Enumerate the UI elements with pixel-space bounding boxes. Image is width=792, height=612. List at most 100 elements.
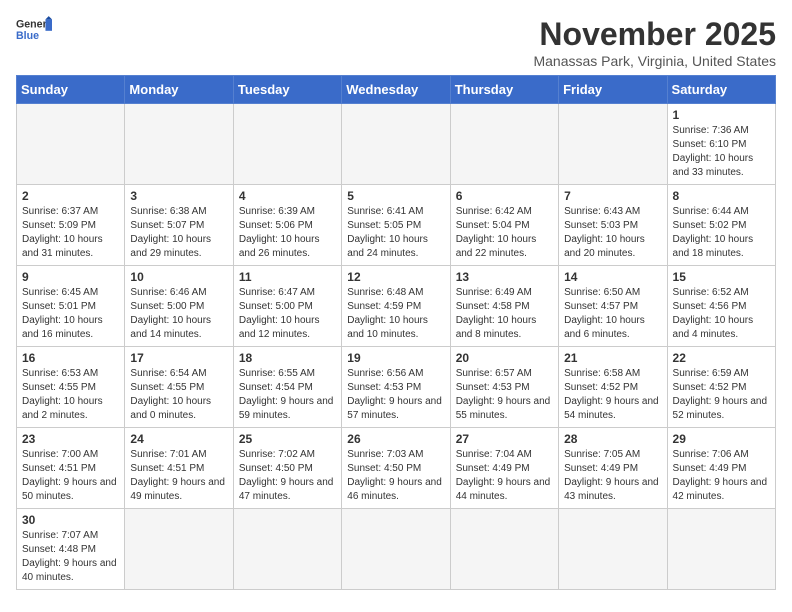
day-info: Sunrise: 6:46 AM Sunset: 5:00 PM Dayligh… bbox=[130, 286, 227, 342]
calendar-table: SundayMondayTuesdayWednesdayThursdayFrid… bbox=[16, 75, 776, 590]
day-number: 3 bbox=[130, 189, 227, 203]
calendar-day-cell: 2 Sunrise: 6:37 AM Sunset: 5:09 PM Daylig… bbox=[17, 185, 125, 266]
calendar-day-cell: 28 Sunrise: 7:05 AM Sunset: 4:49 PM Dayli… bbox=[559, 428, 667, 509]
day-info: Sunrise: 6:38 AM Sunset: 5:07 PM Dayligh… bbox=[130, 205, 227, 261]
day-info: Sunrise: 7:06 AM Sunset: 4:49 PM Dayligh… bbox=[673, 448, 770, 504]
page-header: General Blue November 2025 Manassas Park… bbox=[16, 16, 776, 69]
day-info: Sunrise: 6:56 AM Sunset: 4:53 PM Dayligh… bbox=[347, 367, 444, 423]
calendar-week-row: 2 Sunrise: 6:37 AM Sunset: 5:09 PM Daylig… bbox=[17, 185, 776, 266]
day-number: 30 bbox=[22, 513, 119, 527]
day-number: 26 bbox=[347, 432, 444, 446]
day-info: Sunrise: 6:41 AM Sunset: 5:05 PM Dayligh… bbox=[347, 205, 444, 261]
day-number: 1 bbox=[673, 108, 770, 122]
day-number: 9 bbox=[22, 270, 119, 284]
logo: General Blue bbox=[16, 16, 52, 44]
day-number: 24 bbox=[130, 432, 227, 446]
day-number: 16 bbox=[22, 351, 119, 365]
calendar-day-cell: 9Sunrise: 6:45 AM Sunset: 5:01 PM Daylig… bbox=[17, 266, 125, 347]
day-info: Sunrise: 6:52 AM Sunset: 4:56 PM Dayligh… bbox=[673, 286, 770, 342]
weekday-header-monday: Monday bbox=[125, 76, 233, 104]
calendar-day-cell bbox=[125, 104, 233, 185]
weekday-header-row: SundayMondayTuesdayWednesdayThursdayFrid… bbox=[17, 76, 776, 104]
day-info: Sunrise: 6:39 AM Sunset: 5:06 PM Dayligh… bbox=[239, 205, 336, 261]
weekday-header-tuesday: Tuesday bbox=[233, 76, 341, 104]
day-info: Sunrise: 6:49 AM Sunset: 4:58 PM Dayligh… bbox=[456, 286, 553, 342]
day-info: Sunrise: 7:36 AM Sunset: 6:10 PM Dayligh… bbox=[673, 124, 770, 180]
day-number: 29 bbox=[673, 432, 770, 446]
day-info: Sunrise: 6:54 AM Sunset: 4:55 PM Dayligh… bbox=[130, 367, 227, 423]
day-number: 13 bbox=[456, 270, 553, 284]
calendar-day-cell: 4Sunrise: 6:39 AM Sunset: 5:06 PM Daylig… bbox=[233, 185, 341, 266]
day-info: Sunrise: 6:48 AM Sunset: 4:59 PM Dayligh… bbox=[347, 286, 444, 342]
day-number: 11 bbox=[239, 270, 336, 284]
day-info: Sunrise: 7:05 AM Sunset: 4:49 PM Dayligh… bbox=[564, 448, 661, 504]
calendar-day-cell: 3 Sunrise: 6:38 AM Sunset: 5:07 PM Daylig… bbox=[125, 185, 233, 266]
calendar-day-cell bbox=[450, 509, 558, 590]
generalblue-logo-icon: General Blue bbox=[16, 16, 52, 44]
calendar-day-cell: 14 Sunrise: 6:50 AM Sunset: 4:57 PM Dayli… bbox=[559, 266, 667, 347]
calendar-day-cell: 20 Sunrise: 6:57 AM Sunset: 4:53 PM Dayli… bbox=[450, 347, 558, 428]
day-number: 5 bbox=[347, 189, 444, 203]
calendar-week-row: 16 Sunrise: 6:53 AM Sunset: 4:55 PM Dayli… bbox=[17, 347, 776, 428]
day-info: Sunrise: 7:07 AM Sunset: 4:48 PM Dayligh… bbox=[22, 529, 119, 585]
calendar-day-cell: 6 Sunrise: 6:42 AM Sunset: 5:04 PM Daylig… bbox=[450, 185, 558, 266]
day-info: Sunrise: 6:44 AM Sunset: 5:02 PM Dayligh… bbox=[673, 205, 770, 261]
weekday-header-friday: Friday bbox=[559, 76, 667, 104]
day-info: Sunrise: 7:01 AM Sunset: 4:51 PM Dayligh… bbox=[130, 448, 227, 504]
calendar-day-cell bbox=[559, 104, 667, 185]
day-info: Sunrise: 6:53 AM Sunset: 4:55 PM Dayligh… bbox=[22, 367, 119, 423]
day-info: Sunrise: 6:47 AM Sunset: 5:00 PM Dayligh… bbox=[239, 286, 336, 342]
day-info: Sunrise: 7:00 AM Sunset: 4:51 PM Dayligh… bbox=[22, 448, 119, 504]
day-number: 20 bbox=[456, 351, 553, 365]
svg-text:Blue: Blue bbox=[16, 30, 39, 42]
calendar-day-cell bbox=[342, 104, 450, 185]
calendar-day-cell: 30 Sunrise: 7:07 AM Sunset: 4:48 PM Dayli… bbox=[17, 509, 125, 590]
calendar-day-cell: 10 Sunrise: 6:46 AM Sunset: 5:00 PM Dayli… bbox=[125, 266, 233, 347]
calendar-day-cell: 16 Sunrise: 6:53 AM Sunset: 4:55 PM Dayli… bbox=[17, 347, 125, 428]
day-info: Sunrise: 6:37 AM Sunset: 5:09 PM Dayligh… bbox=[22, 205, 119, 261]
day-number: 17 bbox=[130, 351, 227, 365]
day-number: 19 bbox=[347, 351, 444, 365]
day-info: Sunrise: 7:02 AM Sunset: 4:50 PM Dayligh… bbox=[239, 448, 336, 504]
calendar-week-row: 30 Sunrise: 7:07 AM Sunset: 4:48 PM Dayli… bbox=[17, 509, 776, 590]
weekday-header-thursday: Thursday bbox=[450, 76, 558, 104]
day-number: 21 bbox=[564, 351, 661, 365]
calendar-day-cell bbox=[450, 104, 558, 185]
calendar-day-cell: 25 Sunrise: 7:02 AM Sunset: 4:50 PM Dayli… bbox=[233, 428, 341, 509]
day-number: 28 bbox=[564, 432, 661, 446]
day-number: 15 bbox=[673, 270, 770, 284]
day-number: 12 bbox=[347, 270, 444, 284]
day-number: 22 bbox=[673, 351, 770, 365]
calendar-day-cell: 23 Sunrise: 7:00 AM Sunset: 4:51 PM Dayli… bbox=[17, 428, 125, 509]
calendar-day-cell: 29 Sunrise: 7:06 AM Sunset: 4:49 PM Dayli… bbox=[667, 428, 775, 509]
day-info: Sunrise: 7:04 AM Sunset: 4:49 PM Dayligh… bbox=[456, 448, 553, 504]
location-title: Manassas Park, Virginia, United States bbox=[533, 53, 776, 69]
day-info: Sunrise: 6:57 AM Sunset: 4:53 PM Dayligh… bbox=[456, 367, 553, 423]
day-number: 6 bbox=[456, 189, 553, 203]
day-info: Sunrise: 6:50 AM Sunset: 4:57 PM Dayligh… bbox=[564, 286, 661, 342]
calendar-day-cell: 17 Sunrise: 6:54 AM Sunset: 4:55 PM Dayli… bbox=[125, 347, 233, 428]
day-number: 14 bbox=[564, 270, 661, 284]
calendar-week-row: 1 Sunrise: 7:36 AM Sunset: 6:10 PM Daylig… bbox=[17, 104, 776, 185]
day-number: 25 bbox=[239, 432, 336, 446]
calendar-day-cell bbox=[559, 509, 667, 590]
calendar-day-cell bbox=[17, 104, 125, 185]
day-info: Sunrise: 6:55 AM Sunset: 4:54 PM Dayligh… bbox=[239, 367, 336, 423]
calendar-day-cell bbox=[667, 509, 775, 590]
day-number: 10 bbox=[130, 270, 227, 284]
day-number: 2 bbox=[22, 189, 119, 203]
calendar-day-cell: 26Sunrise: 7:03 AM Sunset: 4:50 PM Dayli… bbox=[342, 428, 450, 509]
calendar-day-cell: 18 Sunrise: 6:55 AM Sunset: 4:54 PM Dayli… bbox=[233, 347, 341, 428]
calendar-day-cell bbox=[233, 104, 341, 185]
day-number: 18 bbox=[239, 351, 336, 365]
calendar-day-cell: 27Sunrise: 7:04 AM Sunset: 4:49 PM Dayli… bbox=[450, 428, 558, 509]
calendar-day-cell: 15 Sunrise: 6:52 AM Sunset: 4:56 PM Dayli… bbox=[667, 266, 775, 347]
day-info: Sunrise: 6:58 AM Sunset: 4:52 PM Dayligh… bbox=[564, 367, 661, 423]
calendar-day-cell: 11 Sunrise: 6:47 AM Sunset: 5:00 PM Dayli… bbox=[233, 266, 341, 347]
weekday-header-wednesday: Wednesday bbox=[342, 76, 450, 104]
weekday-header-saturday: Saturday bbox=[667, 76, 775, 104]
title-block: November 2025 Manassas Park, Virginia, U… bbox=[533, 16, 776, 69]
day-info: Sunrise: 6:42 AM Sunset: 5:04 PM Dayligh… bbox=[456, 205, 553, 261]
calendar-day-cell: 19 Sunrise: 6:56 AM Sunset: 4:53 PM Dayli… bbox=[342, 347, 450, 428]
day-number: 23 bbox=[22, 432, 119, 446]
